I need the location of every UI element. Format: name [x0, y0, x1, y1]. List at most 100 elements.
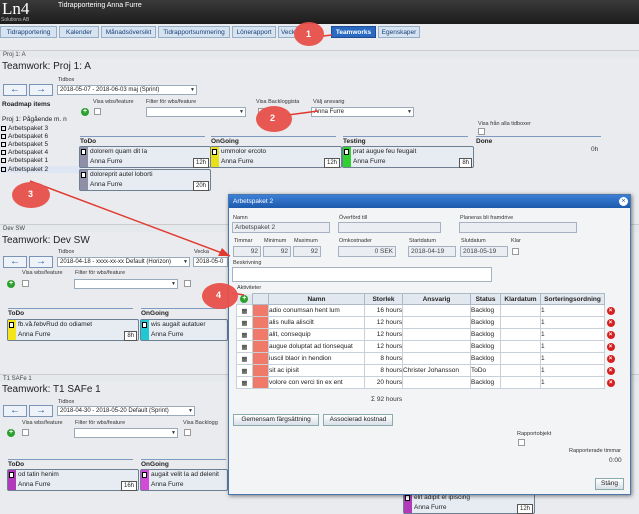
delete-icon[interactable]: × — [606, 342, 615, 351]
task-card[interactable]: augait velit la ad delenit Anna Furre — [140, 469, 228, 491]
task-card[interactable]: ummolor ercoto Anna Furre 12h — [210, 146, 342, 168]
task-card[interactable]: doloreprit autel loborti Anna Furre 20h — [79, 169, 211, 191]
filter-wbs-label: Filter för wbs/feature — [75, 420, 126, 426]
tab-lonerapport[interactable]: Lönerapport — [232, 26, 276, 38]
task-card[interactable]: od tatin henim Anna Furre 16h — [7, 469, 139, 491]
add-icon[interactable]: + — [7, 280, 15, 288]
col-klardatum[interactable]: Klardatum — [500, 293, 541, 305]
overford-select[interactable] — [338, 222, 441, 233]
checkbox[interactable] — [184, 280, 191, 287]
prev-arrow-button[interactable]: ← — [3, 84, 27, 96]
roadmap-title: Roadmap items — [2, 101, 51, 108]
minimum-field[interactable]: 92 — [263, 246, 291, 257]
visa-alla-checkbox[interactable] — [478, 128, 485, 135]
klar-checkbox[interactable] — [512, 248, 519, 255]
table-row[interactable]: ▦ alit, consequip 12 hours Backlog 1 × — [236, 328, 617, 341]
task-icon: ▦ — [236, 316, 253, 329]
roadmap-item[interactable]: Arbetspaket 5 — [1, 141, 81, 148]
next-arrow-button[interactable]: → — [29, 256, 53, 268]
add-activity-icon[interactable]: + — [240, 294, 249, 303]
filter-wbs-select[interactable]: ▼ — [74, 428, 178, 438]
startdatum-field[interactable]: 2018-04-19 — [408, 246, 456, 257]
table-row[interactable]: ▦ augue doluptat ad tionsequat 12 hours Bac… — [236, 340, 617, 353]
slutdatum-field[interactable]: 2018-05-19 — [460, 246, 508, 257]
task-icon — [405, 495, 410, 501]
col-sorteringsordning[interactable]: Sorteringsordning — [540, 293, 605, 305]
close-icon[interactable]: × — [619, 197, 628, 206]
timmar-field[interactable]: 92 — [233, 246, 261, 257]
col-namn[interactable]: Namn — [268, 293, 365, 305]
next-arrow-button[interactable]: → — [29, 405, 53, 417]
planeras-select[interactable] — [459, 222, 577, 233]
gemensam-fargsattning-button[interactable]: Gemensam färgsättning — [233, 414, 319, 426]
roadmap-item[interactable]: Arbetspaket 1 — [1, 157, 81, 164]
table-row[interactable]: ▦ volore con verci tin ex ent 20 hours Back… — [236, 376, 617, 389]
delete-icon[interactable]: × — [606, 378, 615, 387]
delete-icon[interactable]: × — [606, 330, 615, 339]
beskrivning-field[interactable] — [232, 267, 492, 282]
roadmap-item[interactable]: Arbetspaket 4 — [1, 149, 81, 156]
task-icon — [9, 322, 14, 328]
visa-wbs-label: Visa wbs/feature — [93, 99, 134, 105]
filter-wbs-select[interactable]: ▼ — [74, 279, 178, 289]
task-icon: ▦ — [236, 352, 253, 365]
stang-button[interactable]: Stäng — [595, 478, 624, 490]
ansvarig-select[interactable]: Anna Furre ▼ — [311, 107, 414, 117]
section-title-proj1: Teamwork: Proj 1: A — [2, 61, 91, 72]
task-card[interactable]: dolorem quam dit la Anna Furre 12h — [79, 146, 211, 168]
delete-icon[interactable]: × — [606, 366, 615, 375]
tidbox-select[interactable]: 2018-05-07 - 2018-06-03 maj (Sprint) ▼ — [57, 85, 197, 95]
filter-wbs-select[interactable]: ▼ — [146, 107, 246, 117]
next-arrow-button[interactable]: → — [29, 84, 53, 96]
omkostnader-field[interactable]: 0 SEK — [338, 246, 396, 257]
prev-arrow-button[interactable]: ← — [3, 256, 27, 268]
visa-wbs-checkbox[interactable] — [94, 108, 101, 115]
col-storlek[interactable]: Storlek — [364, 293, 403, 305]
maximum-field[interactable]: 92 — [293, 246, 321, 257]
tab-tidrapportsummering[interactable]: Tidrapportsummering — [158, 26, 230, 38]
vecka-select[interactable]: 2018-05-0 — [193, 257, 228, 267]
visa-backlog-label: Visa Backlogg — [183, 420, 218, 426]
prev-arrow-button[interactable]: ← — [3, 405, 27, 417]
visa-backlog-checkbox[interactable] — [184, 429, 191, 436]
table-row[interactable]: ▦ alis nulla aliscilt 12 hours Backlog 1 × — [236, 316, 617, 329]
tab-manadsoversikt[interactable]: Månadsöversikt — [101, 26, 156, 38]
tidbox-select[interactable]: 2018-04-30 - 2018-05-20 Default (Sprint)… — [57, 406, 195, 416]
col-ansvarig[interactable]: Ansvarig — [402, 293, 471, 305]
section-title-safe: Teamwork: T1 SAFe 1 — [2, 384, 101, 395]
tab-kalender[interactable]: Kalender — [59, 26, 99, 38]
associerad-kostnad-button[interactable]: Associerad kostnad — [323, 414, 393, 426]
roadmap-item[interactable]: Arbetspaket 3 — [1, 125, 81, 132]
table-row[interactable]: ▦ sit ac ipisit 8 hours Christer Johansson T… — [236, 364, 617, 377]
delete-icon[interactable]: × — [606, 354, 615, 363]
omkostnader-label: Omkostnader — [339, 238, 373, 244]
package-icon — [1, 157, 6, 163]
tab-tidrapportering[interactable]: Tidrapportering — [0, 26, 57, 38]
col-status[interactable]: Status — [470, 293, 501, 305]
visa-wbs-checkbox[interactable] — [22, 429, 29, 436]
section-header-proj1[interactable]: Proj 1: A — [0, 50, 639, 58]
table-row[interactable]: ▦ iuscil blaor in hendion 8 hours Backlog 1 × — [236, 352, 617, 365]
column-todo: ToDo — [8, 459, 133, 469]
roadmap-item[interactable]: Arbetspaket 6 — [1, 133, 81, 140]
roadmap-item-selected[interactable]: Arbetspaket 2 — [1, 166, 81, 173]
delete-icon[interactable]: × — [606, 318, 615, 327]
add-icon[interactable]: + — [7, 429, 15, 437]
visa-wbs-checkbox[interactable] — [22, 280, 29, 287]
task-card[interactable]: elit adipit el ipiscing Anna Furre 12h — [403, 492, 535, 514]
add-icon[interactable]: + — [81, 108, 89, 116]
task-card[interactable]: wis augait autatuer Anna Furre — [140, 319, 228, 341]
rapportobjekt-checkbox[interactable] — [518, 439, 525, 446]
tab-egenskaper[interactable]: Egenskaper — [378, 26, 420, 38]
namn-field[interactable]: Arbetspaket 2 — [232, 222, 330, 233]
table-row[interactable]: ▦ adio conumsan hent lum 16 hours Backlog 1 × — [236, 304, 617, 317]
delete-icon[interactable]: × — [606, 306, 615, 315]
rapporterade-timmar-label: Rapporterade timmar — [569, 448, 621, 454]
tidbox-select[interactable]: 2018-04-18 - xxxx-xx-xx Default (Horizon… — [57, 257, 190, 267]
vecka-label: Vecka — [194, 249, 209, 255]
filter-wbs-label: Filter för wbs/feature — [75, 270, 126, 276]
section-title-dev: Teamwork: Dev SW — [2, 235, 90, 246]
task-card[interactable]: fb.vå.febvRud do odiamet Anna Furre 8h — [7, 319, 139, 341]
task-card[interactable]: prat augue feu feugait Anna Furre 8h — [342, 146, 474, 168]
tab-teamworks[interactable]: Teamworks — [331, 26, 376, 38]
